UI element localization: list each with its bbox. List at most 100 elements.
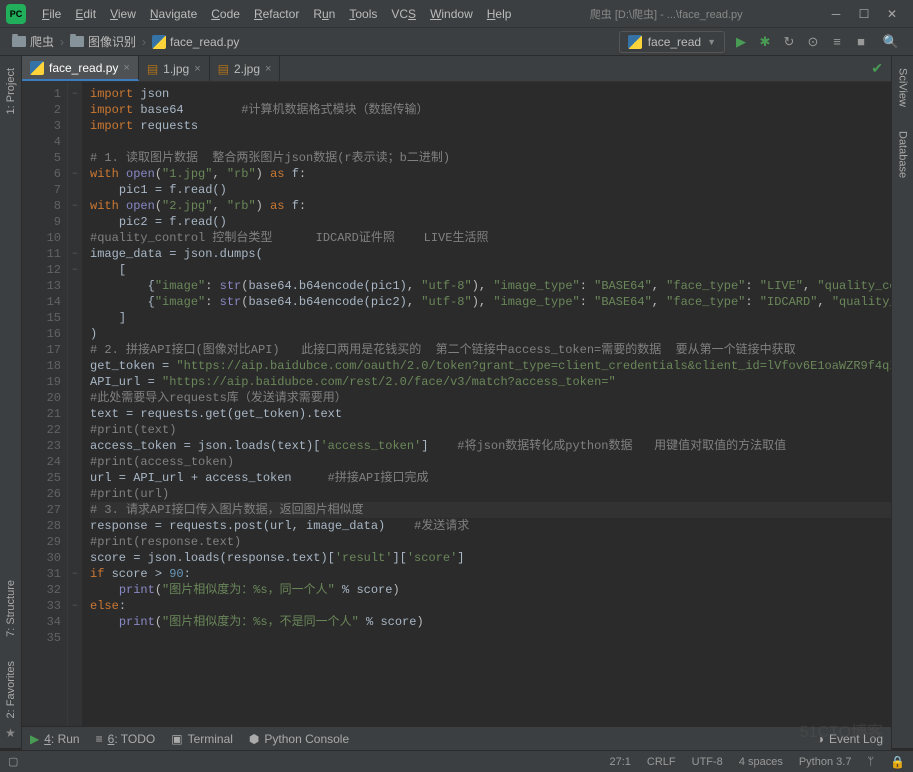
code-line[interactable] bbox=[90, 134, 891, 150]
code-line[interactable]: import json bbox=[90, 86, 891, 102]
code-line[interactable]: import base64 #计算机数据格式模块（数据传输） bbox=[90, 102, 891, 118]
breadcrumb-root[interactable]: 爬虫 bbox=[6, 31, 60, 52]
editor-tab-bar: face_read.py × ▤ 1.jpg × ▤ 2.jpg × ✔ bbox=[22, 56, 891, 82]
favorites-tool-tab[interactable]: 2: Favorites bbox=[2, 653, 20, 726]
code-line[interactable]: #print(text) bbox=[90, 422, 891, 438]
terminal-tool-tab[interactable]: ▣ Terminal bbox=[171, 732, 233, 746]
coverage-button[interactable]: ↻ bbox=[781, 34, 797, 50]
code-line[interactable]: #print(url) bbox=[90, 486, 891, 502]
tab-label: 1.jpg bbox=[163, 62, 189, 76]
code-line[interactable]: pic1 = f.read() bbox=[90, 182, 891, 198]
project-tool-tab[interactable]: 1: Project bbox=[2, 60, 20, 122]
breadcrumb-file[interactable]: face_read.py bbox=[146, 33, 245, 51]
code-editor[interactable]: 1234567891011121314151617181920212223242… bbox=[22, 82, 891, 726]
code-line[interactable]: ) bbox=[90, 326, 891, 342]
menu-file[interactable]: File bbox=[36, 3, 67, 25]
code-line[interactable]: url = API_url + access_token #拼接API接口完成 bbox=[90, 470, 891, 486]
database-tool-tab[interactable]: Database bbox=[894, 123, 912, 186]
menu-navigate[interactable]: Navigate bbox=[144, 3, 203, 25]
interpreter[interactable]: Python 3.7 bbox=[799, 756, 852, 768]
menu-vcs[interactable]: VCS bbox=[385, 3, 422, 25]
breadcrumb-label: 图像识别 bbox=[88, 33, 136, 50]
code-line[interactable]: # 2. 拼接API接口(图像对比API) 此接口两用是花钱买的 第二个链接中a… bbox=[90, 342, 891, 358]
code-line[interactable] bbox=[90, 630, 891, 646]
window-title: 爬虫 [D:\爬虫] - ...\face_read.py bbox=[517, 6, 815, 22]
run-tool-tab[interactable]: ▶ 4: Run bbox=[30, 732, 80, 746]
code-line[interactable]: import requests bbox=[90, 118, 891, 134]
code-line[interactable]: response = requests.post(url, image_data… bbox=[90, 518, 891, 534]
tab-label: 2.jpg bbox=[234, 62, 260, 76]
two-windows-icon[interactable]: ▢ bbox=[8, 755, 18, 768]
code-line[interactable]: #print(access_token) bbox=[90, 454, 891, 470]
code-line[interactable]: ] bbox=[90, 310, 891, 326]
code-line[interactable]: if score > 90: bbox=[90, 566, 891, 582]
menu-edit[interactable]: Edit bbox=[69, 3, 102, 25]
code-line[interactable]: {"image": str(base64.b64encode(pic2), "u… bbox=[90, 294, 891, 310]
code-line[interactable]: get_token = "https://aip.baidubce.com/oa… bbox=[90, 358, 891, 374]
code-line[interactable]: else: bbox=[90, 598, 891, 614]
close-icon[interactable]: × bbox=[123, 62, 129, 74]
run-button[interactable]: ▶ bbox=[733, 34, 749, 50]
editor-tab-face-read[interactable]: face_read.py × bbox=[22, 56, 139, 81]
breadcrumb-label: face_read.py bbox=[170, 35, 239, 49]
inspection-ok-icon[interactable]: ✔ bbox=[871, 60, 883, 77]
maximize-icon[interactable]: ☐ bbox=[857, 7, 871, 21]
search-button[interactable]: 🔍 bbox=[883, 34, 899, 50]
code-line[interactable]: [ bbox=[90, 262, 891, 278]
lock-icon[interactable]: 🔒 bbox=[890, 755, 905, 769]
code-line[interactable]: #quality_control 控制台类型 IDCARD证件照 LIVE生活照 bbox=[90, 230, 891, 246]
todo-tool-tab[interactable]: ≡ 6: TODO bbox=[96, 732, 156, 746]
menu-code[interactable]: Code bbox=[205, 3, 246, 25]
structure-tool-tab[interactable]: 7: Structure bbox=[2, 572, 20, 645]
code-line[interactable]: #print(response.text) bbox=[90, 534, 891, 550]
debug-button[interactable]: ✱ bbox=[757, 34, 773, 50]
menu-window[interactable]: Window bbox=[424, 3, 479, 25]
menu-run[interactable]: Run bbox=[307, 3, 341, 25]
breadcrumb-folder[interactable]: 图像识别 bbox=[64, 31, 142, 52]
menu-refactor[interactable]: Refactor bbox=[248, 3, 305, 25]
run-toolbar: ▶ ✱ ↻ ⊙ ≡ ■ 🔍 bbox=[733, 34, 899, 50]
indent-setting[interactable]: 4 spaces bbox=[739, 756, 783, 768]
tab-label: face_read.py bbox=[49, 61, 118, 75]
code-line[interactable]: with open("2.jpg", "rb") as f: bbox=[90, 198, 891, 214]
editor-tab-1jpg[interactable]: ▤ 1.jpg × bbox=[139, 56, 210, 81]
editor-tab-2jpg[interactable]: ▤ 2.jpg × bbox=[210, 56, 281, 81]
python-console-tool-tab[interactable]: ⬢ Python Console bbox=[249, 732, 349, 746]
close-icon[interactable]: × bbox=[194, 63, 200, 75]
code-line[interactable]: score = json.loads(response.text)['resul… bbox=[90, 550, 891, 566]
code-line[interactable]: API_url = "https://aip.baidubce.com/rest… bbox=[90, 374, 891, 390]
code-line[interactable]: #此处需要导入requests库（发送请求需要用） bbox=[90, 390, 891, 406]
code-line[interactable]: # 1. 读取图片数据 整合两张图片json数据(r表示读；b二进制) bbox=[90, 150, 891, 166]
code-line[interactable]: image_data = json.dumps( bbox=[90, 246, 891, 262]
stop-button[interactable]: ■ bbox=[853, 34, 869, 50]
file-encoding[interactable]: UTF-8 bbox=[692, 756, 723, 768]
menu-help[interactable]: Help bbox=[481, 3, 518, 25]
menu-tools[interactable]: Tools bbox=[343, 3, 383, 25]
window-controls: ─ ☐ ✕ bbox=[815, 7, 913, 21]
code-line[interactable]: print("图片相似度为：%s，不是同一个人" % score) bbox=[90, 614, 891, 630]
line-separator[interactable]: CRLF bbox=[647, 756, 676, 768]
run-config-selector[interactable]: face_read ▼ bbox=[619, 31, 725, 53]
sciview-tool-tab[interactable]: SciView bbox=[894, 60, 912, 115]
close-icon[interactable]: ✕ bbox=[885, 7, 899, 21]
navbar: 爬虫 › 图像识别 › face_read.py face_read ▼ ▶ ✱… bbox=[0, 28, 913, 56]
code-line[interactable]: # 3. 请求API接口传入图片数据，返回图片相似度 bbox=[90, 502, 891, 518]
minimize-icon[interactable]: ─ bbox=[829, 7, 843, 21]
tool-label: Python Console bbox=[264, 732, 349, 746]
code-line[interactable]: access_token = json.loads(text)['access_… bbox=[90, 438, 891, 454]
code-line[interactable]: pic2 = f.read() bbox=[90, 214, 891, 230]
code-line[interactable]: text = requests.get(get_token).text bbox=[90, 406, 891, 422]
app-icon: PC bbox=[6, 4, 26, 24]
image-file-icon: ▤ bbox=[147, 62, 158, 76]
caret-position[interactable]: 27:1 bbox=[609, 756, 630, 768]
code-line[interactable]: {"image": str(base64.b64encode(pic1), "u… bbox=[90, 278, 891, 294]
code-line[interactable]: print("图片相似度为：%s，同一个人" % score) bbox=[90, 582, 891, 598]
git-branch-icon[interactable]: ᛘ bbox=[867, 756, 874, 768]
code-line[interactable]: with open("1.jpg", "rb") as f: bbox=[90, 166, 891, 182]
attach-button[interactable]: ≡ bbox=[829, 34, 845, 50]
close-icon[interactable]: × bbox=[265, 63, 271, 75]
event-log-tool-tab[interactable]: ◑ Event Log bbox=[817, 732, 883, 746]
menu-view[interactable]: View bbox=[104, 3, 142, 25]
code-area[interactable]: import jsonimport base64 #计算机数据格式模块（数据传输… bbox=[82, 82, 891, 726]
profile-button[interactable]: ⊙ bbox=[805, 34, 821, 50]
